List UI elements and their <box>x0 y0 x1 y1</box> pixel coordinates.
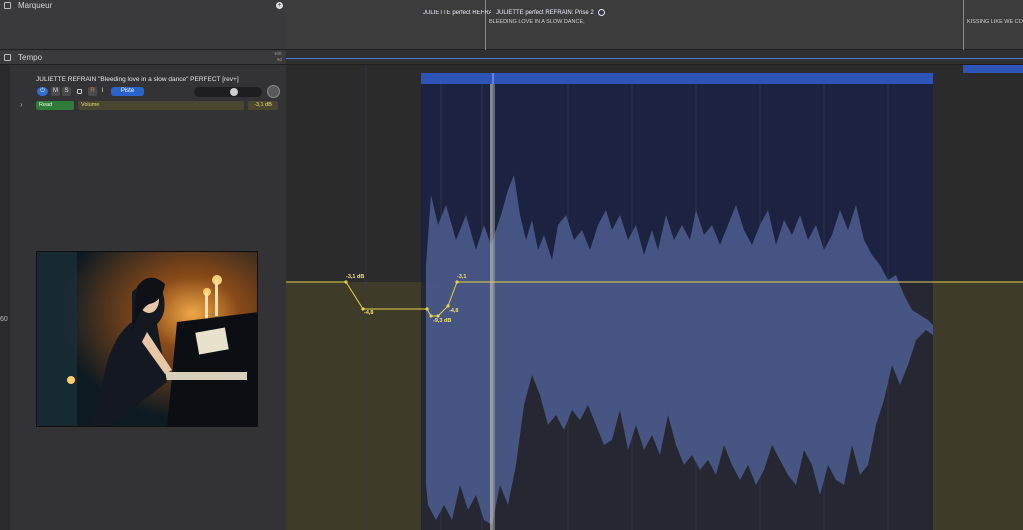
solo-button[interactable]: S <box>62 87 71 96</box>
lock-icon[interactable] <box>4 54 11 61</box>
tempo-scale-max: 100 <box>274 51 282 56</box>
tempo-track-title: Tempo <box>18 53 43 62</box>
track-edge-label: 60 <box>0 316 8 323</box>
lock-icon[interactable] <box>76 87 83 96</box>
chevron-right-icon[interactable]: › <box>20 100 23 109</box>
volume-slider-knob[interactable] <box>229 88 238 96</box>
mute-button[interactable]: M <box>51 87 60 96</box>
region-title-prise-1[interactable]: JULIETTE perfect REFRAIN: Prise 1 <box>423 10 491 16</box>
audio-track-header[interactable]: JULIETTE REFRAIN "Bleeding love in a slo… <box>0 65 286 530</box>
arrange-area[interactable] <box>286 65 1023 530</box>
record-button[interactable]: R <box>88 87 97 96</box>
lock-icon[interactable] <box>4 2 11 9</box>
pan-knob[interactable] <box>267 85 280 98</box>
automation-parameter-select[interactable]: Volume <box>78 101 244 110</box>
tempo-scale-min: 60 <box>277 57 283 62</box>
input-monitor-button[interactable]: I <box>99 87 106 96</box>
marker-lane[interactable]: BLEEDING LOVE IN A SLOW DANCE, KISSING L… <box>286 0 1023 50</box>
marker-track-title: Marqueur <box>18 1 53 10</box>
automation-label: -4,8 <box>364 310 374 316</box>
marker-kissing[interactable]: KISSING LIKE WE CO <box>963 0 1023 50</box>
automation-label: -3,1 dB <box>346 274 365 280</box>
tempo-track-header[interactable]: Tempo 100 60 <box>0 50 286 65</box>
volume-slider[interactable] <box>194 87 262 97</box>
loop-icon <box>598 9 605 16</box>
track-artwork-image <box>36 251 258 427</box>
track-name[interactable]: JULIETTE REFRAIN "Bleeding love in a slo… <box>36 76 239 83</box>
marker-label: BLEEDING LOVE IN A SLOW DANCE, <box>489 19 585 25</box>
tempo-lane[interactable] <box>286 50 1023 65</box>
automation-label: -3,1 <box>457 274 467 280</box>
marker-track-header[interactable]: Marqueur + <box>0 0 286 50</box>
automation-value[interactable]: -3,1 dB <box>248 101 278 110</box>
automation-label: -9,3 dB <box>433 318 452 324</box>
tempo-line <box>286 58 1023 59</box>
automation-label: -4,8 <box>449 308 459 314</box>
region-header-bar <box>421 73 933 84</box>
marker-label: KISSING LIKE WE CO <box>967 19 1023 25</box>
plus-icon[interactable]: + <box>276 2 283 9</box>
power-icon[interactable]: ⏻ <box>37 87 48 96</box>
next-region-header[interactable] <box>963 65 1023 73</box>
playhead <box>490 73 493 530</box>
region-title-prise-2[interactable]: JULIETTE perfect REFRAIN: Prise 2 <box>496 10 594 16</box>
marker-bleeding-love[interactable]: BLEEDING LOVE IN A SLOW DANCE, <box>485 0 585 50</box>
piste-button[interactable]: Piste <box>111 87 144 96</box>
automation-mode-select[interactable]: Read <box>36 101 74 110</box>
track-color-strip <box>0 65 10 530</box>
